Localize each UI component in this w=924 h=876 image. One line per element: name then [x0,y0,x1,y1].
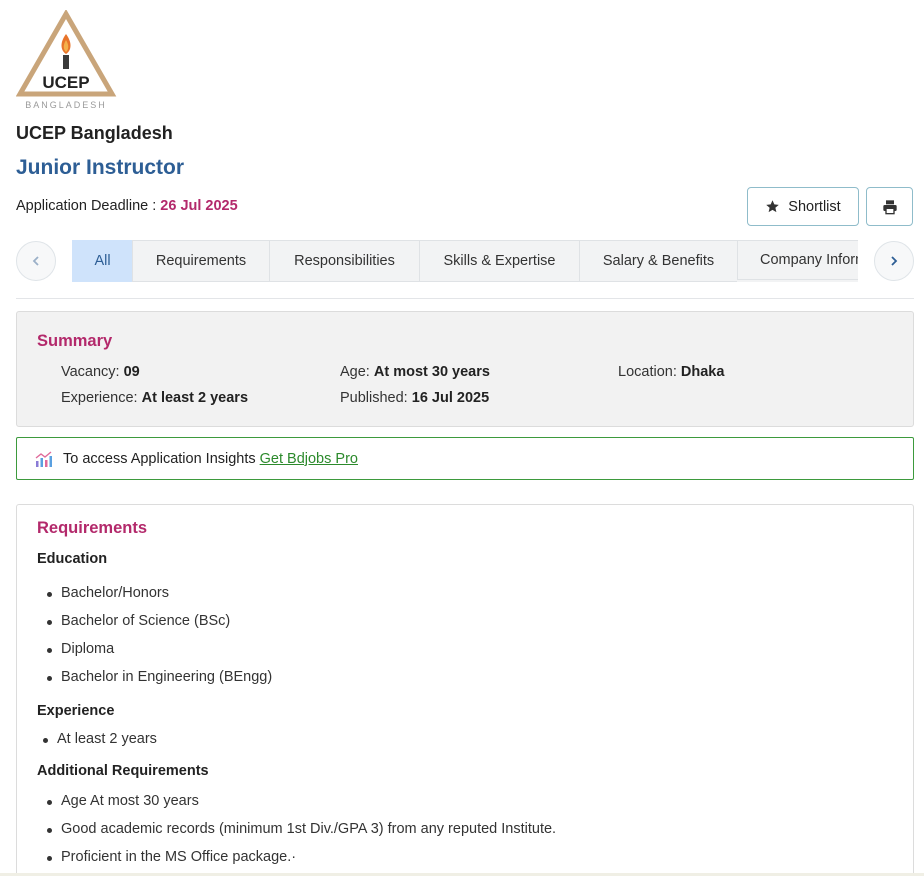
tab-requirements[interactable]: Requirements [132,240,269,282]
tab-responsibilities[interactable]: Responsibilities [269,240,419,282]
divider [16,298,914,299]
svg-text:UCEP: UCEP [42,73,89,92]
published-value: 16 Jul 2025 [411,390,490,406]
experience-value: At least 2 years [141,390,249,406]
tab-label: Responsibilities [294,253,395,269]
job-title: Junior Instructor [16,156,185,179]
tab-label: Salary & Benefits [602,253,715,269]
summary-age: Age: At most 30 years [340,364,490,380]
tab-skills-expertise[interactable]: Skills & Expertise [419,240,579,282]
print-button[interactable] [866,187,913,226]
requirements-panel: Requirements Education Bachelor/Honors B… [16,504,914,876]
shortlist-button[interactable]: Shortlist [747,187,859,226]
tabs-scroll-right-button[interactable] [874,241,914,281]
shortlist-label: Shortlist [788,198,841,215]
experience-heading: Experience [37,703,115,719]
get-bdjobs-pro-link[interactable]: Get Bdjobs Pro [260,451,358,467]
summary-experience: Experience: At least 2 years [61,390,248,406]
list-item: Good academic records (minimum 1st Div./… [46,821,557,837]
chevron-right-icon [888,255,900,267]
age-label: Age: [340,364,370,380]
tab-salary-benefits[interactable]: Salary & Benefits [579,240,737,282]
additional-requirements-heading: Additional Requirements [37,763,209,779]
list-item: Diploma [46,641,115,657]
job-details-page: UCEP BANGLADESH UCEP Bangladesh Junior I… [0,0,924,876]
company-logo: UCEP BANGLADESH [15,8,118,110]
location-value: Dhaka [680,364,725,380]
summary-vacancy: Vacancy: 09 [61,364,140,380]
summary-published: Published: 16 Jul 2025 [340,390,489,406]
summary-title: Summary [37,332,113,350]
vacancy-value: 09 [123,364,140,380]
list-item: Age At most 30 years [47,793,199,809]
education-heading: Education [37,551,108,567]
summary-location: Location: Dhaka [618,364,724,380]
list-item: Bachelor/Honors [47,585,169,601]
vacancy-label: Vacancy: [61,364,120,380]
section-tabs: All Requirements Responsibilities Skills… [72,240,858,282]
list-item: Bachelor in Engineering (BEngg) [46,669,273,685]
insights-chart-icon [35,450,53,468]
company-name: UCEP Bangladesh [16,123,173,143]
requirements-title: Requirements [37,519,148,537]
printer-icon [882,199,898,215]
published-label: Published: [340,390,408,406]
experience-label: Experience: [61,390,138,406]
tab-label: Requirements [155,253,247,269]
list-item: Bachelor of Science (BSc) [46,613,231,629]
star-icon [765,199,780,214]
list-item: Proficient in the MS Office package.· [46,849,297,865]
location-label: Location: [618,364,677,380]
summary-panel: Summary Vacancy: 09 Age: At most 30 year… [16,311,914,427]
deadline-label: Application Deadline : [16,198,157,214]
tab-all[interactable]: All [72,240,132,282]
tabs-scroll-left-button[interactable] [16,241,56,281]
list-item: At least 2 years [43,731,157,747]
application-insights-banner: To access Application Insights Get Bdjob… [16,437,914,480]
tab-label: All [94,253,111,269]
age-value: At most 30 years [373,364,490,380]
insights-text: To access Application Insights [63,450,256,467]
svg-text:BANGLADESH: BANGLADESH [25,100,107,110]
tab-label: Skills & Expertise [443,253,556,269]
chevron-left-icon [30,255,42,267]
tab-company-information[interactable]: Company Information [737,240,858,280]
application-deadline: Application Deadline : 26 Jul 2025 [16,198,238,214]
tab-label: Company Information [760,252,858,268]
deadline-date: 26 Jul 2025 [160,198,238,214]
